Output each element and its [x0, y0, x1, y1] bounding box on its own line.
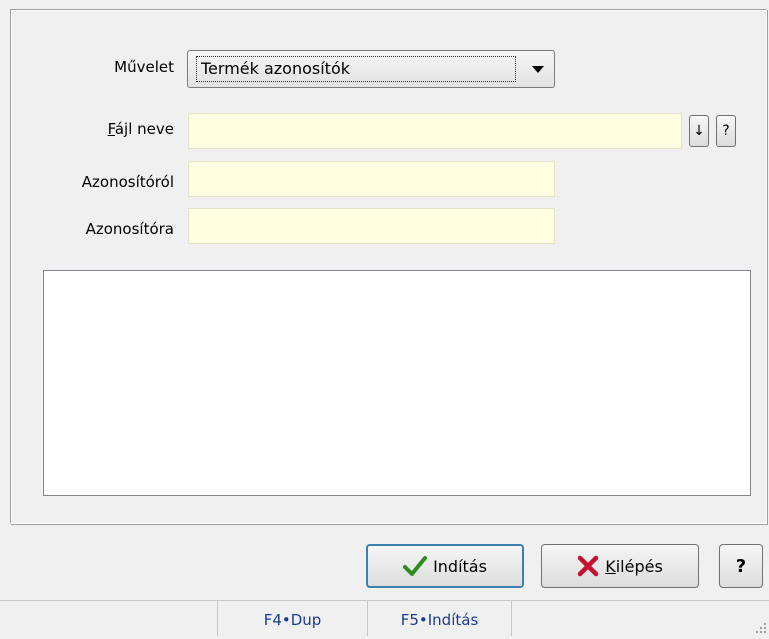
help-button[interactable]: ? — [719, 544, 763, 588]
status-bar: F4•Dup F5•Indítás — [0, 600, 769, 636]
muvelet-select[interactable]: Termék azonosítók — [187, 50, 555, 88]
fajl-neve-input[interactable] — [188, 113, 682, 149]
azonositorol-label: Azonosítóról — [81, 173, 174, 191]
browse-button[interactable]: ↓ — [689, 115, 709, 147]
status-f4-dup[interactable]: F4•Dup — [217, 601, 367, 636]
status-f5-inditas[interactable]: F5•Indítás — [367, 601, 512, 636]
inditas-button[interactable]: Indítás — [366, 544, 524, 588]
muvelet-selected-value[interactable]: Termék azonosítók — [196, 56, 516, 82]
fajl-neve-label: Fájl neve — [107, 120, 174, 138]
x-icon — [577, 555, 599, 577]
inditas-label: Indítás — [433, 556, 487, 576]
help-small-button[interactable]: ? — [716, 115, 736, 147]
chevron-down-icon[interactable] — [532, 66, 544, 73]
muvelet-label: Művelet — [114, 58, 174, 76]
azonositora-label: Azonosítóra — [85, 220, 174, 238]
azonositorol-input[interactable] — [188, 161, 555, 197]
kilepes-label: Kilépés — [605, 556, 663, 576]
resize-grip-icon[interactable] — [755, 622, 767, 634]
checkmark-icon — [403, 555, 428, 577]
azonositora-input[interactable] — [188, 208, 555, 244]
log-memo[interactable] — [43, 270, 751, 496]
kilepes-button[interactable]: Kilépés — [541, 544, 699, 588]
